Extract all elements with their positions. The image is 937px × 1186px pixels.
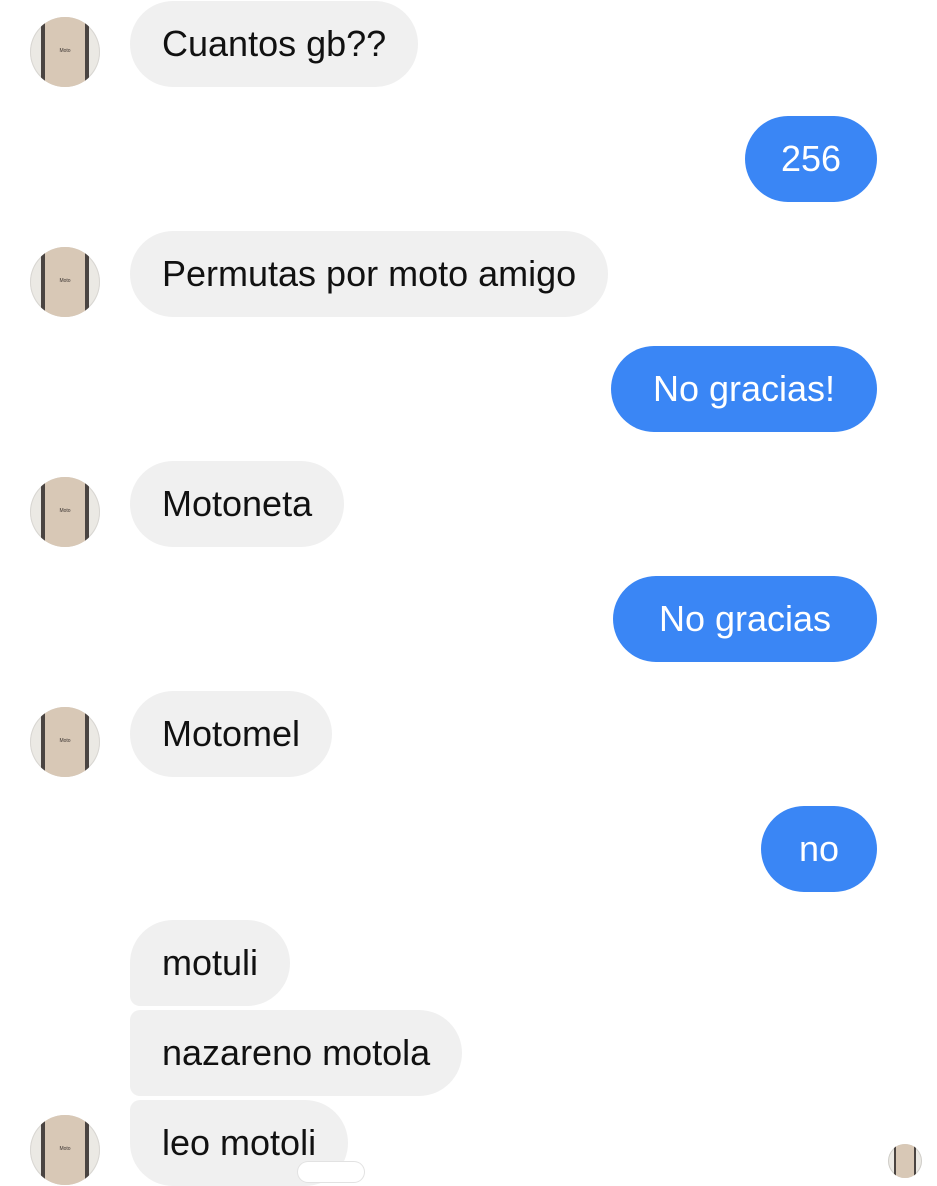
message-text: Motomel: [162, 713, 301, 754]
seen-avatar-phone-image: [894, 1144, 916, 1178]
incoming-message[interactable]: Cuantos gb??: [130, 1, 419, 87]
message-text: No gracias: [658, 598, 832, 639]
message-text: Permutas por moto amigo: [162, 253, 577, 294]
message-text: Cuantos gb??: [162, 23, 387, 64]
avatar-phone-image: Moto: [41, 707, 89, 777]
incoming-message[interactable]: motuli: [130, 920, 291, 1006]
seen-avatar-icon: [888, 1144, 922, 1178]
message-text: Motoneta: [162, 483, 313, 524]
outgoing-message[interactable]: No gracias!: [611, 346, 877, 432]
message-text: nazareno motola: [162, 1032, 431, 1073]
message-text: no: [798, 828, 840, 869]
contact-avatar[interactable]: Moto: [30, 477, 100, 547]
message-text: 256: [780, 138, 842, 179]
incoming-message[interactable]: Motoneta: [130, 461, 345, 547]
incoming-message[interactable]: Motomel: [130, 691, 333, 777]
outgoing-message[interactable]: 256: [745, 116, 877, 202]
avatar-phone-image: Moto: [41, 1115, 89, 1185]
contact-avatar[interactable]: Moto: [30, 707, 100, 777]
reaction-badge[interactable]: [298, 1162, 364, 1182]
avatar-phone-image: Moto: [41, 247, 89, 317]
contact-avatar[interactable]: Moto: [30, 1115, 100, 1185]
avatar-phone-image: Moto: [41, 477, 89, 547]
outgoing-message[interactable]: No gracias: [613, 576, 877, 662]
avatar-phone-image: Moto: [41, 17, 89, 87]
incoming-message[interactable]: nazareno motola: [130, 1010, 463, 1096]
chat-screen: { "contact": { "avatar_icon": "contact-a…: [0, 0, 937, 1186]
contact-avatar[interactable]: Moto: [30, 17, 100, 87]
incoming-message[interactable]: Permutas por moto amigo: [130, 231, 609, 317]
outgoing-message[interactable]: no: [761, 806, 877, 892]
message-text: motuli: [162, 942, 259, 983]
message-text: leo motoli: [162, 1122, 317, 1163]
contact-avatar[interactable]: Moto: [30, 247, 100, 317]
message-text: No gracias!: [652, 368, 836, 409]
